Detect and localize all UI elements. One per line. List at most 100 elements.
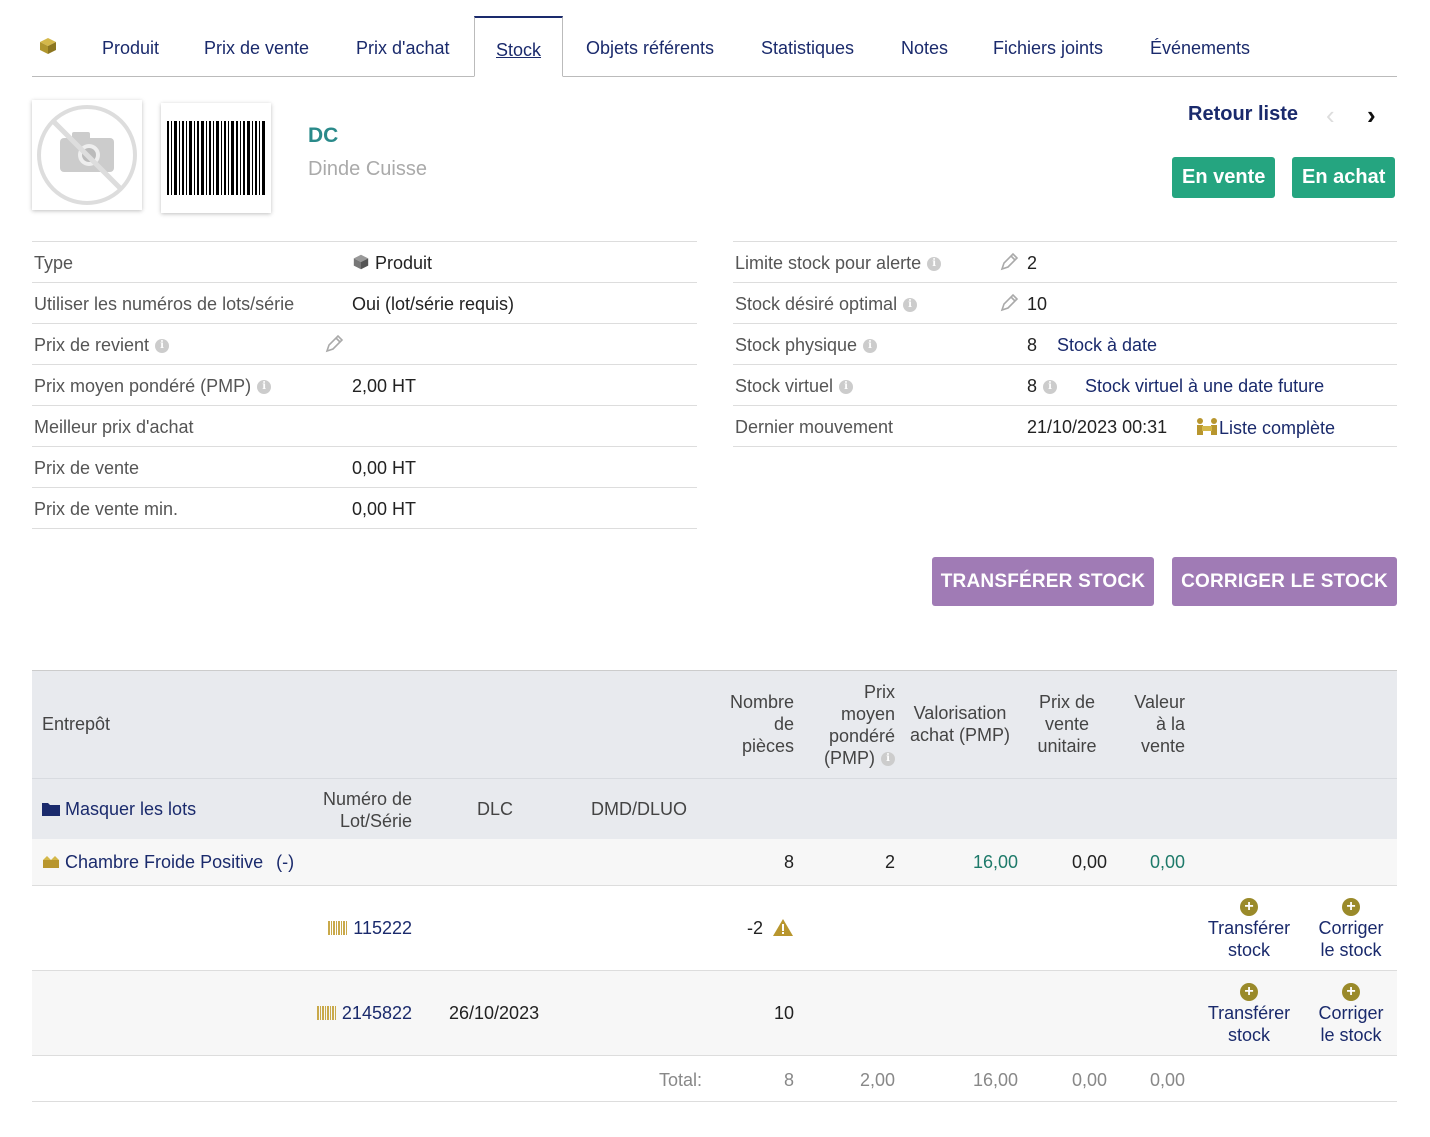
lot-transfer-stock-link[interactable]: + Transférer stock bbox=[1202, 898, 1296, 961]
cell-qty: -2 bbox=[712, 918, 794, 939]
header-line: à la bbox=[1155, 714, 1185, 734]
column-header-unit-price: Prix de vente unitaire bbox=[1027, 691, 1107, 757]
column-header-dmd: DMD/DLUO bbox=[591, 799, 688, 819]
product-label: Dinde Cuisse bbox=[308, 158, 427, 180]
info-value: Oui (lot/série requis) bbox=[352, 294, 515, 314]
info-key: Stock physique i bbox=[735, 335, 878, 356]
column-header-lot-number: Numéro de Lot/Série bbox=[302, 788, 412, 832]
back-to-list-link[interactable]: Retour liste bbox=[1188, 103, 1298, 126]
stock-at-date-link[interactable]: Stock à date bbox=[1057, 335, 1157, 356]
tab-statistiques[interactable]: Statistiques bbox=[761, 16, 854, 77]
barcode-icon bbox=[328, 921, 348, 935]
tab-notes[interactable]: Notes bbox=[901, 16, 948, 77]
warning-icon bbox=[773, 919, 793, 936]
header-line: (PMP) i bbox=[802, 747, 895, 769]
info-icon[interactable]: i bbox=[881, 752, 895, 767]
action-line: Corriger bbox=[1318, 1003, 1384, 1023]
info-key: Utiliser les numéros de lots/série bbox=[34, 294, 295, 314]
correct-stock-button[interactable]: CORRIGER LE STOCK bbox=[1172, 557, 1397, 606]
lot-number-link[interactable]: 115222 bbox=[262, 918, 412, 939]
header-line: Valeur bbox=[1134, 692, 1185, 712]
lot-number-link[interactable]: 2145822 bbox=[262, 1003, 412, 1024]
hide-lots-link[interactable]: Masquer les lots bbox=[42, 799, 196, 820]
info-icon[interactable]: i bbox=[155, 339, 170, 354]
total-valuation: 16,00 bbox=[972, 1070, 1018, 1090]
pencil-icon[interactable] bbox=[324, 334, 344, 354]
info-row-sell-price: Prix de vente 0,00 HT bbox=[32, 447, 697, 488]
cell-pmp: 2 bbox=[884, 852, 895, 872]
info-key: Meilleur prix d'achat bbox=[34, 417, 194, 437]
info-icon[interactable]: i bbox=[903, 298, 918, 313]
column-header-pieces: Nombre de pièces bbox=[712, 691, 794, 757]
chevron-right-icon[interactable]: › bbox=[1367, 100, 1376, 131]
cell-qty-text: -2 bbox=[746, 918, 763, 938]
stock-table-header: Entrepôt Nombre de pièces Prix moyen pon… bbox=[32, 670, 1397, 778]
lot-number-text: 115222 bbox=[353, 918, 412, 938]
info-icon[interactable]: i bbox=[257, 380, 272, 395]
info-icon[interactable]: i bbox=[839, 380, 854, 395]
action-line: Transférer bbox=[1207, 1003, 1291, 1023]
header-line: Numéro de bbox=[322, 789, 412, 809]
lot-correct-stock-link[interactable]: + Corriger le stock bbox=[1306, 898, 1396, 961]
header-line: pièces bbox=[741, 736, 794, 756]
info-row-best-buy-price: Meilleur prix d'achat bbox=[32, 406, 697, 447]
info-key-text: Stock physique bbox=[735, 335, 858, 355]
info-icon[interactable]: i bbox=[1043, 380, 1058, 395]
tab-objets-referents[interactable]: Objets référents bbox=[586, 16, 714, 77]
tab-prix-d-achat[interactable]: Prix d'achat bbox=[356, 16, 449, 77]
movements-list-link[interactable]: Liste complète bbox=[1195, 417, 1335, 439]
info-value-text: 8 bbox=[1027, 376, 1038, 396]
info-row-stock-alert: Limite stock pour alerte i 2 bbox=[733, 242, 1397, 283]
info-value: 0,00 HT bbox=[352, 458, 417, 478]
transfer-stock-button[interactable]: TRANSFÉRER STOCK bbox=[932, 557, 1154, 606]
tab-prix-de-vente[interactable]: Prix de vente bbox=[204, 16, 309, 77]
lot-transfer-stock-link[interactable]: + Transférer stock bbox=[1202, 983, 1296, 1046]
movements-list-text: Liste complète bbox=[1219, 418, 1336, 438]
info-icon[interactable]: i bbox=[927, 257, 942, 272]
tab-evenements[interactable]: Événements bbox=[1150, 16, 1250, 77]
stock-table: Entrepôt Nombre de pièces Prix moyen pon… bbox=[32, 670, 1397, 1102]
info-key: Dernier mouvement bbox=[735, 417, 894, 437]
info-key: Prix moyen pondéré (PMP) i bbox=[34, 376, 272, 397]
info-key: Prix de revient i bbox=[34, 335, 170, 356]
plus-circle-icon: + bbox=[1240, 983, 1258, 1001]
stock-info-table: Limite stock pour alerte i 2 Stock désiré… bbox=[733, 241, 1397, 447]
product-photo-placeholder[interactable] bbox=[32, 100, 142, 210]
virtual-stock-future-link[interactable]: Stock virtuel à une date future bbox=[1085, 376, 1324, 397]
product-info-table: Type Produit Utiliser les numéros de lot… bbox=[32, 241, 697, 529]
info-row-last-movement: Dernier mouvement 21/10/2023 00:31 Liste… bbox=[733, 406, 1397, 447]
people-icon bbox=[1197, 418, 1217, 435]
plus-circle-icon: + bbox=[1240, 898, 1258, 916]
info-row-pmp: Prix moyen pondéré (PMP) i 2,00 HT bbox=[32, 365, 697, 406]
cell-sale-value: 0,00 bbox=[1149, 852, 1185, 872]
info-key: Stock virtuel i bbox=[735, 376, 854, 397]
info-key: Prix de vente bbox=[34, 458, 140, 478]
info-value: 0,00 HT bbox=[352, 499, 417, 519]
tab-produit[interactable]: Produit bbox=[102, 16, 159, 77]
header-line: Valorisation bbox=[913, 703, 1007, 723]
lot-correct-stock-link[interactable]: + Corriger le stock bbox=[1306, 983, 1396, 1046]
header-line: Lot/Série bbox=[339, 811, 412, 831]
warehouse-suffix: (-) bbox=[276, 852, 295, 872]
tab-fichiers-joints[interactable]: Fichiers joints bbox=[993, 16, 1103, 77]
total-pmp: 2,00 bbox=[859, 1070, 895, 1090]
info-icon[interactable]: i bbox=[863, 339, 878, 354]
action-line: stock bbox=[1227, 1025, 1270, 1045]
cell-unit-price: 0,00 bbox=[1071, 852, 1107, 872]
product-barcode[interactable] bbox=[161, 103, 271, 213]
info-key-text: Limite stock pour alerte bbox=[735, 253, 922, 273]
header-line: Prix de bbox=[1038, 692, 1096, 712]
info-row-desired-stock: Stock désiré optimal i 10 bbox=[733, 283, 1397, 324]
info-value: Produit bbox=[352, 253, 432, 274]
pencil-icon[interactable] bbox=[999, 293, 1019, 313]
chevron-left-icon[interactable]: ‹ bbox=[1326, 100, 1335, 131]
cell-qty: 10 bbox=[773, 1003, 794, 1023]
folder-icon bbox=[42, 803, 60, 816]
warehouse-link[interactable]: Chambre Froide Positive (-) bbox=[42, 852, 294, 873]
pencil-icon[interactable] bbox=[999, 252, 1019, 272]
info-value: 8i bbox=[1027, 376, 1058, 397]
action-line: Transférer bbox=[1207, 918, 1291, 938]
tab-stock[interactable]: Stock bbox=[474, 16, 564, 77]
cube-icon[interactable] bbox=[38, 36, 58, 56]
header-line: pondéré bbox=[828, 726, 895, 746]
